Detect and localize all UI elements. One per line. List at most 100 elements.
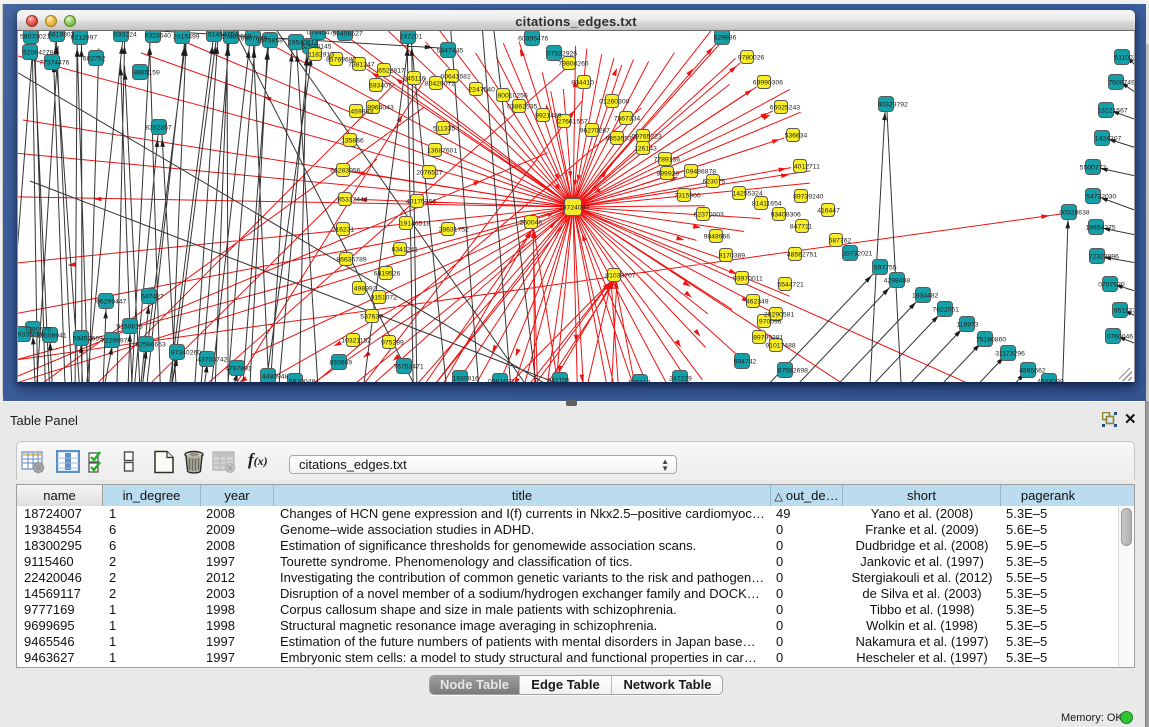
svg-text:19654275: 19654275 [1085, 225, 1115, 232]
svg-text:79808265: 79808265 [558, 61, 588, 68]
svg-text:14255324: 14255324 [733, 191, 763, 198]
svg-text:69990306: 69990306 [753, 80, 783, 87]
svg-text:89799381: 89799381 [753, 335, 783, 342]
svg-text:8885159: 8885159 [133, 70, 160, 77]
svg-text:7622051: 7622051 [933, 307, 960, 314]
svg-text:29290581: 29290581 [764, 312, 794, 319]
svg-text:6419526: 6419526 [374, 271, 401, 278]
svg-text:511335: 511335 [433, 126, 455, 133]
svg-text:52548145: 52548145 [301, 44, 331, 51]
svg-text:85313444: 85313444 [337, 197, 367, 204]
svg-text:975289: 975289 [381, 340, 404, 347]
svg-text:96270287: 96270287 [580, 128, 610, 135]
svg-text:5847445: 5847445 [437, 48, 464, 55]
svg-text:247229: 247229 [669, 376, 692, 383]
svg-text:58073021: 58073021 [20, 34, 50, 41]
svg-text:7567334: 7567334 [614, 116, 641, 123]
svg-text:4658099: 4658099 [1037, 379, 1064, 383]
svg-text:6522817: 6522817 [378, 68, 405, 75]
svg-text:09486878: 09486878 [686, 169, 716, 176]
svg-text:341105: 341105 [548, 378, 570, 383]
svg-text:59452669: 59452669 [73, 336, 103, 343]
svg-text:462349: 462349 [746, 299, 769, 306]
svg-text:693407: 693407 [369, 83, 392, 90]
svg-text:91017488: 91017488 [765, 343, 795, 350]
svg-text:033224: 033224 [114, 32, 137, 39]
svg-text:07532926: 07532926 [547, 51, 577, 58]
svg-text:597755: 597755 [874, 265, 897, 272]
svg-text:6110023: 6110023 [1114, 55, 1134, 62]
svg-text:80010256: 80010256 [498, 93, 528, 100]
svg-text:95113717: 95113717 [1114, 308, 1134, 315]
svg-text:629986: 629986 [714, 35, 737, 42]
svg-text:498992: 498992 [354, 286, 377, 293]
svg-text:4012711: 4012711 [794, 164, 820, 171]
svg-text:55456527: 55456527 [333, 31, 363, 38]
svg-text:40329792: 40329792 [878, 102, 908, 109]
svg-text:48562751: 48562751 [787, 252, 817, 259]
svg-text:345116: 345116 [403, 76, 425, 83]
svg-text:62370003: 62370003 [694, 212, 724, 219]
svg-text:4595662: 4595662 [1019, 368, 1046, 375]
svg-text:670113: 670113 [628, 380, 650, 383]
svg-text:9780026: 9780026 [738, 55, 765, 62]
svg-text:5500772: 5500772 [1080, 165, 1107, 172]
svg-text:80429072: 80429072 [425, 81, 455, 88]
svg-text:18724007: 18724007 [559, 205, 589, 212]
svg-text:8323640: 8323640 [145, 33, 172, 40]
svg-text:13687601: 13687601 [427, 148, 457, 155]
svg-text:81033707: 81033707 [605, 273, 635, 280]
svg-text:66283956: 66283956 [330, 168, 360, 175]
svg-text:7315900: 7315900 [674, 193, 701, 200]
svg-text:126143: 126143 [634, 146, 657, 153]
svg-text:847711: 847711 [790, 224, 812, 231]
svg-text:1375858: 1375858 [256, 38, 283, 45]
svg-text:9170389: 9170389 [719, 253, 746, 260]
svg-text:899926: 899926 [657, 171, 680, 178]
svg-text:31173296: 31173296 [995, 351, 1025, 358]
svg-text:9151072: 9151072 [371, 295, 398, 302]
svg-text:89739240: 89739240 [793, 194, 823, 201]
svg-text:72323096: 72323096 [1089, 254, 1119, 261]
svg-text:40175356: 40175356 [406, 199, 436, 206]
svg-text:6341241: 6341241 [392, 247, 419, 254]
svg-text:9849966: 9849966 [704, 234, 731, 241]
svg-text:01260300: 01260300 [599, 99, 629, 106]
svg-text:8282357: 8282357 [145, 125, 172, 132]
svg-text:623075: 623075 [703, 179, 726, 186]
svg-text:5544721: 5544721 [777, 282, 804, 289]
svg-text:416447: 416447 [817, 208, 840, 215]
svg-text:135866: 135866 [341, 138, 364, 145]
svg-text:28631752: 28631752 [439, 227, 469, 234]
svg-text:4485948: 4485948 [262, 374, 289, 381]
svg-text:536634: 536634 [785, 133, 808, 140]
svg-text:43703742: 43703742 [197, 357, 227, 364]
svg-text:5920048: 5920048 [289, 379, 316, 383]
svg-text:6212997: 6212997 [71, 35, 98, 42]
svg-text:52064279: 52064279 [23, 50, 53, 57]
svg-text:587762: 587762 [829, 238, 852, 245]
svg-text:18508941: 18508941 [36, 333, 66, 340]
svg-text:86636789: 86636789 [336, 257, 366, 264]
svg-text:7789136: 7789136 [654, 157, 681, 164]
svg-text:9150615: 9150615 [116, 324, 143, 331]
svg-text:54732030: 54732030 [1086, 194, 1116, 201]
svg-text:4797891: 4797891 [225, 366, 252, 373]
svg-text:93408306: 93408306 [771, 212, 801, 219]
svg-text:60395476: 60395476 [518, 36, 548, 43]
svg-text:20732021: 20732021 [842, 251, 872, 258]
svg-text:27661557: 27661557 [558, 119, 588, 126]
svg-text:682752: 682752 [83, 56, 106, 63]
svg-text:87582698: 87582698 [778, 368, 808, 375]
svg-text:00641682: 00641682 [441, 74, 471, 81]
svg-text:694742: 694742 [734, 359, 757, 366]
svg-text:0760046: 0760046 [1107, 334, 1134, 341]
svg-text:19146518: 19146518 [400, 221, 430, 228]
svg-text:09765223: 09765223 [632, 134, 662, 141]
svg-text:7381247: 7381247 [348, 62, 375, 69]
svg-text:1834482: 1834482 [912, 293, 939, 300]
svg-text:1930816: 1930816 [453, 376, 480, 383]
svg-text:7229697: 7229697 [101, 338, 128, 345]
svg-text:2415499: 2415499 [173, 34, 200, 41]
svg-text:75180860: 75180860 [976, 337, 1006, 344]
